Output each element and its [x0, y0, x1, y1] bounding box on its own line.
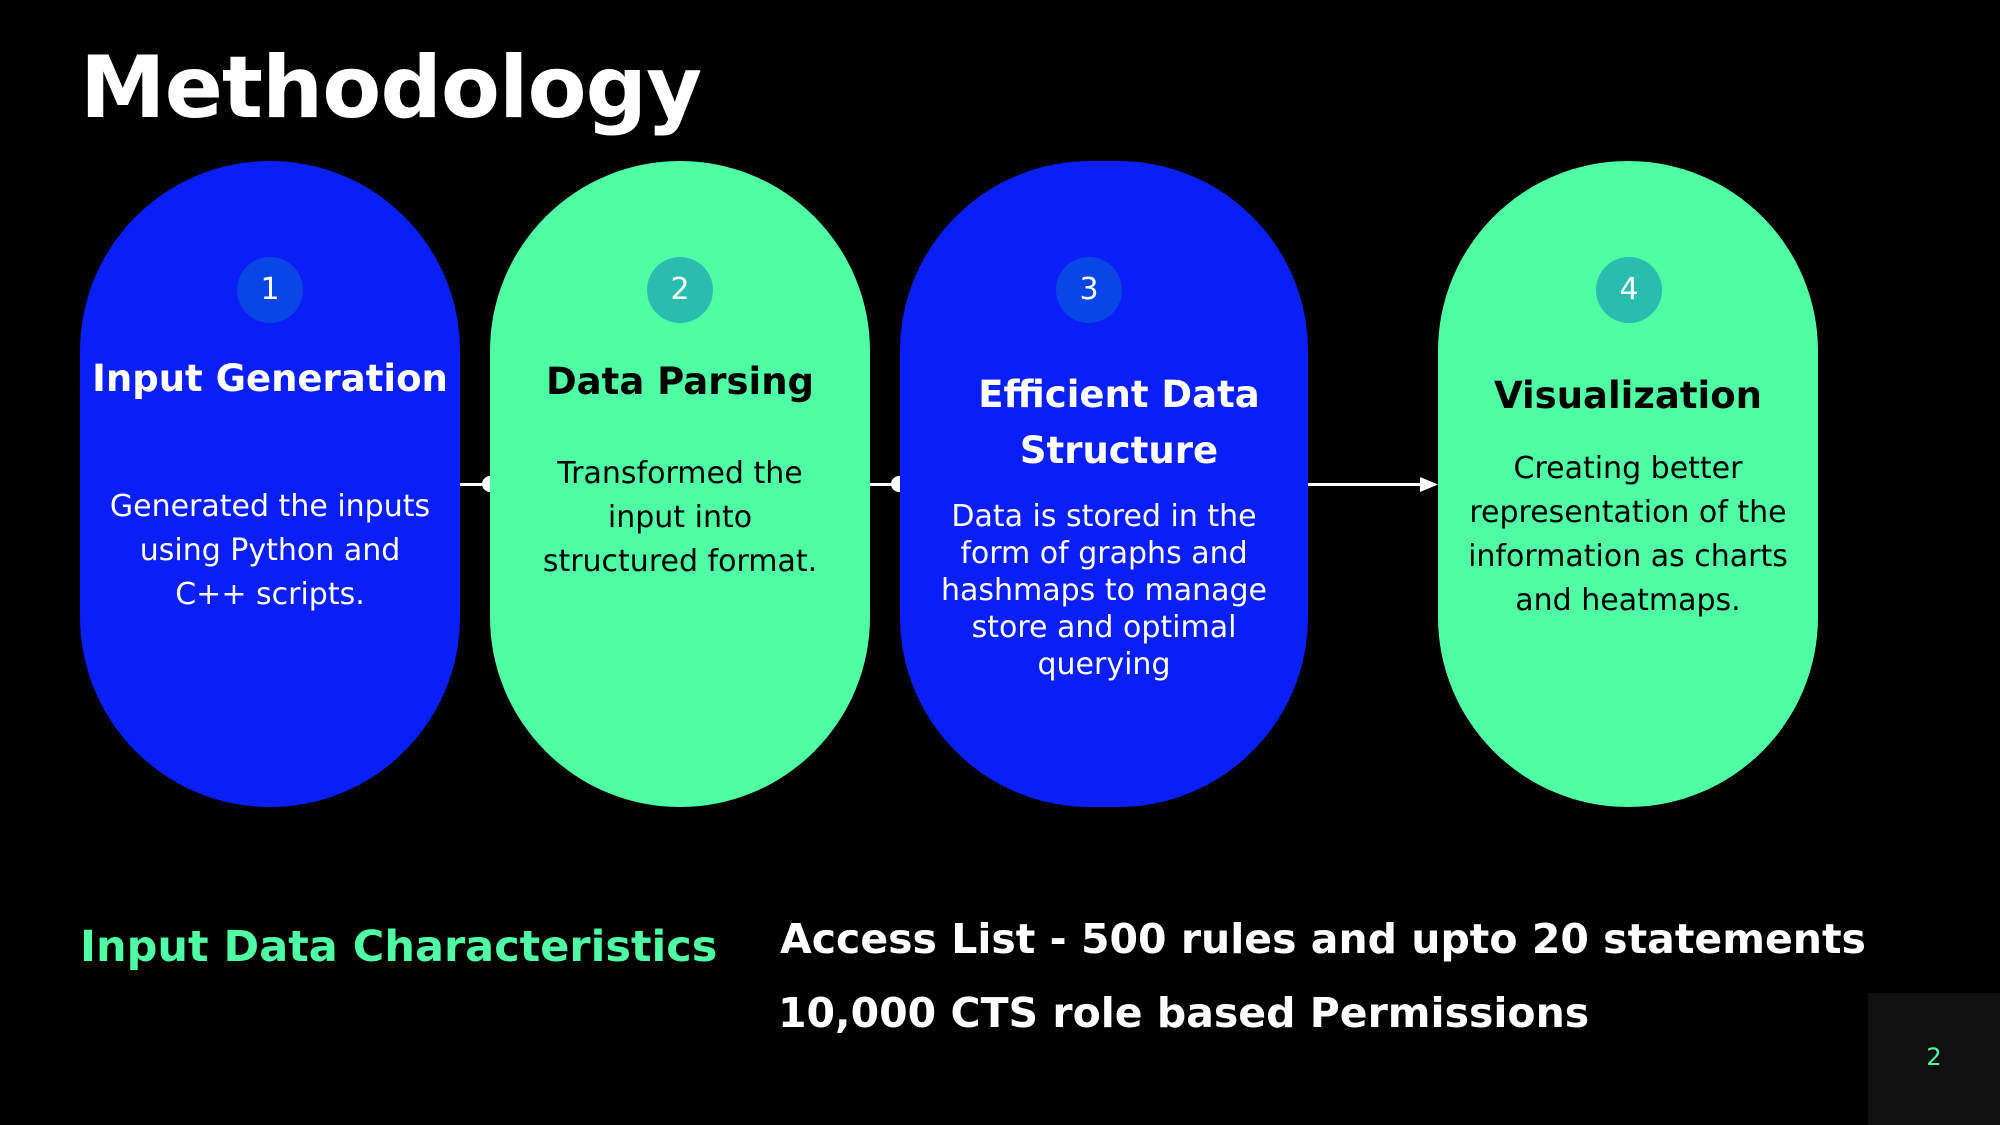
step-description: Creating better representation of the in… [1468, 451, 1788, 618]
page-title: Methodology [80, 38, 702, 138]
input-data-characteristics-label: Input Data Characteristics [80, 922, 718, 972]
characteristic-item: Access List - 500 rules and upto 20 stat… [780, 915, 1866, 963]
step-card-input-generation: 1 Input Generation Generated the inputs … [80, 161, 460, 807]
step-number-badge: 2 [647, 257, 713, 323]
step-description: Data is stored in the form of graphs and… [940, 499, 1267, 682]
page-number-box: 2 [1868, 993, 2000, 1125]
arrow-head-icon [1420, 477, 1438, 492]
step-card-efficient-data-structure: 3 Efficient Data Structure Data is store… [900, 161, 1308, 807]
step-number-badge: 3 [1056, 257, 1122, 323]
characteristic-item: 10,000 CTS role based Permissions [778, 989, 1590, 1037]
step-card-data-parsing: 2 Data Parsing Transformed the input int… [490, 161, 870, 807]
page-number: 2 [1926, 1043, 1942, 1071]
step-card-visualization: 4 Visualization Creating better represen… [1438, 161, 1818, 807]
step-number-badge: 4 [1596, 257, 1662, 323]
step-description: Generated the inputs using Python and C+… [109, 489, 431, 612]
step-title: Visualization [1494, 374, 1762, 417]
step-number-badge: 1 [237, 257, 303, 323]
connector-line [1308, 483, 1426, 486]
step-description: Transformed the input into structured fo… [542, 456, 818, 579]
step-title: Data Parsing [545, 360, 815, 403]
step-title: Input Generation [92, 357, 448, 400]
step-title: Efficient Data Structure [978, 373, 1260, 472]
